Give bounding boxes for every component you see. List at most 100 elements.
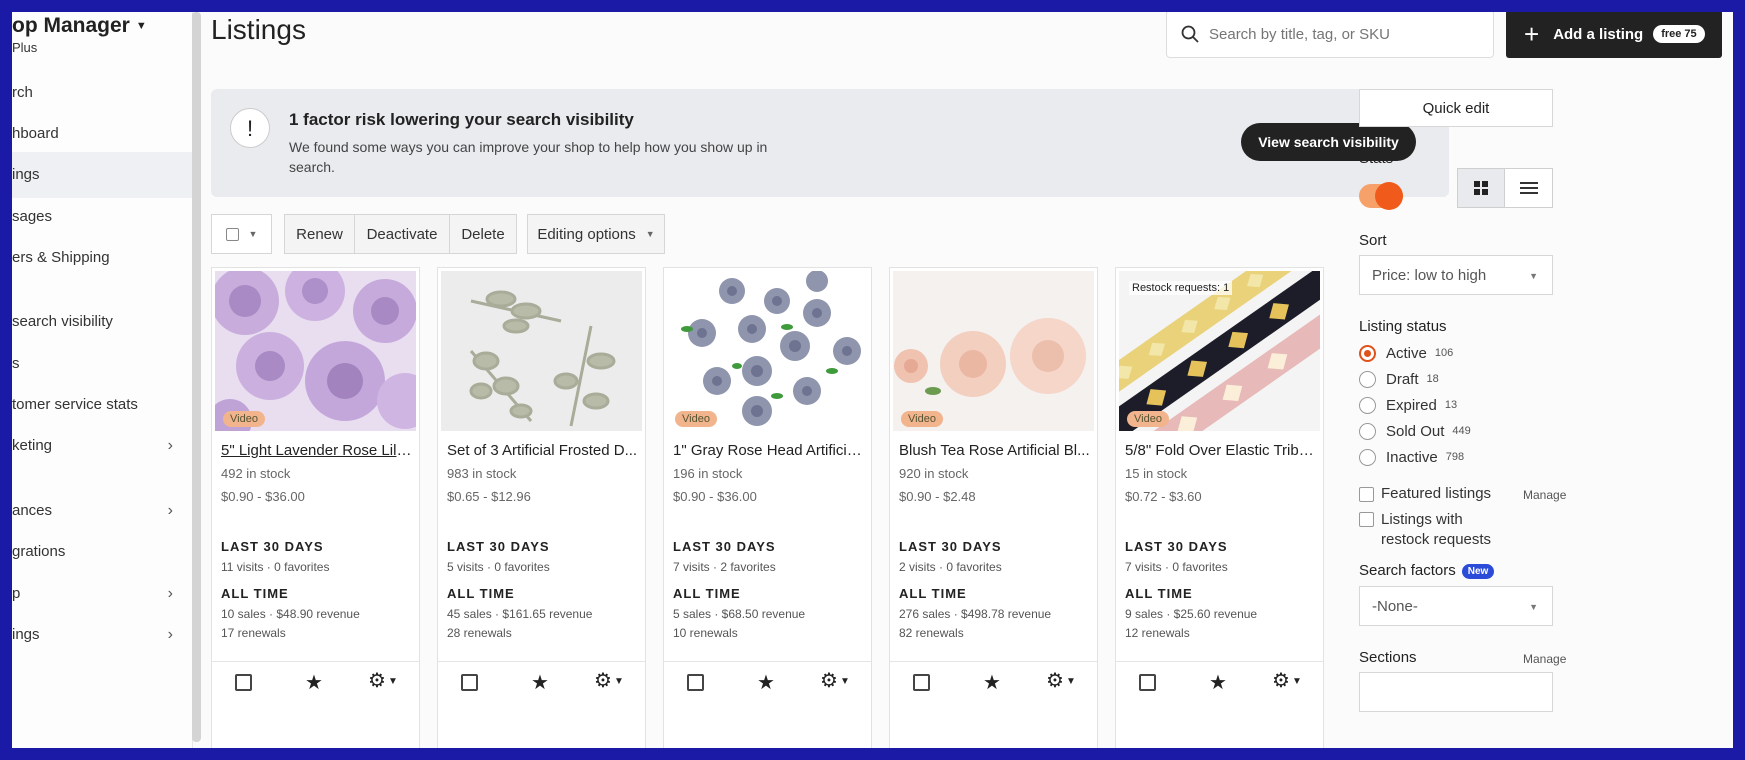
radio-button[interactable] (1359, 448, 1376, 466)
sidebar-item-integrations[interactable]: grations (12, 529, 193, 575)
sidebar-scrollbar[interactable] (192, 12, 201, 742)
select-listing-checkbox[interactable] (687, 674, 704, 691)
listing-image[interactable]: Restock requests: 1 Video (1119, 271, 1320, 431)
quick-edit-button[interactable]: Quick edit (1359, 89, 1553, 127)
listing-image[interactable]: Video (893, 271, 1094, 431)
checkbox[interactable] (1359, 512, 1374, 527)
list-icon (1519, 182, 1538, 194)
search-factors-select[interactable]: -None- ▼ (1359, 586, 1553, 626)
star-icon[interactable]: ★ (1209, 670, 1227, 695)
listing-card[interactable]: Video 1" Gray Rose Head Artificial... 19… (663, 267, 872, 748)
listing-card[interactable]: Video 5" Light Lavender Rose Lila... 492… (211, 267, 420, 748)
radio-button[interactable] (1359, 344, 1376, 362)
listing-title[interactable]: 5" Light Lavender Rose Lila... (221, 442, 413, 459)
radio-button[interactable] (1359, 422, 1376, 440)
shop-manager-title-text: op Manager (12, 14, 130, 37)
listing-price: $0.65 - $12.96 (447, 489, 531, 504)
status-draft[interactable]: Draft 18 (1359, 368, 1439, 390)
renew-button[interactable]: Renew (284, 214, 355, 254)
sidebar-item-label: ances (12, 502, 53, 519)
gear-icon[interactable]: ⚙ ▼ (1046, 668, 1076, 693)
status-active[interactable]: Active 106 (1359, 342, 1453, 364)
listing-card[interactable]: Restock requests: 1 Video 5/8" Fold Over… (1115, 267, 1324, 748)
sidebar-item-search-visibility[interactable]: search visibility (12, 299, 193, 345)
sidebar-item-help[interactable]: p › (12, 571, 193, 617)
select-listing-checkbox[interactable] (1139, 674, 1156, 691)
grid-icon (1474, 181, 1488, 195)
recent-stats: 7 visits · 2 favorites (673, 560, 776, 574)
new-badge: New (1461, 563, 1495, 579)
sections-select[interactable] (1359, 672, 1553, 712)
restock-line-2: restock requests (1381, 531, 1492, 548)
radio-button[interactable] (1359, 370, 1376, 388)
add-listing-button[interactable]: + Add a listing free 75 (1506, 12, 1722, 58)
listing-title[interactable]: Set of 3 Artificial Frosted D... (447, 442, 639, 459)
page-title: Listings (211, 14, 306, 45)
status-label: Draft (1386, 370, 1419, 388)
sidebar-item-search[interactable]: rch (12, 70, 193, 116)
sidebar-item-customer-service-stats[interactable]: tomer service stats (12, 382, 193, 428)
video-badge: Video (1127, 411, 1169, 427)
listing-card[interactable]: Set of 3 Artificial Frosted D... 983 in … (437, 267, 646, 748)
listing-title[interactable]: 5/8" Fold Over Elastic Triba... (1125, 442, 1317, 459)
shop-manager-title[interactable]: op Manager ▼ (12, 14, 147, 38)
video-badge: Video (901, 411, 943, 427)
sidebar-item-listings[interactable]: ings (12, 152, 193, 198)
restock-requests-filter[interactable]: Listings with restock requests (1359, 510, 1491, 550)
radio-button[interactable] (1359, 396, 1376, 414)
star-icon[interactable]: ★ (983, 670, 1001, 695)
all-time-stats: 276 sales · $498.78 revenue (899, 607, 1052, 621)
gear-icon[interactable]: ⚙ ▼ (1272, 668, 1302, 693)
listing-title[interactable]: Blush Tea Rose Artificial Bl... (899, 442, 1091, 459)
editing-options-dropdown[interactable]: Editing options ▼ (527, 214, 665, 254)
listing-price: $0.90 - $2.48 (899, 489, 976, 504)
select-listing-checkbox[interactable] (461, 674, 478, 691)
select-all-dropdown[interactable]: ▼ (211, 214, 272, 254)
select-listing-checkbox[interactable] (913, 674, 930, 691)
sidebar-item-label: rch (12, 84, 33, 101)
featured-listings-filter[interactable]: Featured listings (1359, 485, 1491, 502)
sort-label: Sort (1359, 232, 1387, 249)
star-icon[interactable]: ★ (305, 670, 323, 695)
star-icon[interactable]: ★ (757, 670, 775, 695)
last-30-days-label: LAST 30 DAYS (447, 539, 550, 554)
add-listing-label: Add a listing (1553, 25, 1644, 43)
status-sold-out[interactable]: Sold Out 449 (1359, 420, 1471, 442)
stats-toggle[interactable] (1359, 182, 1403, 210)
select-all-checkbox[interactable] (225, 227, 239, 241)
sidebar-item-stats[interactable]: s (12, 341, 193, 387)
gear-icon[interactable]: ⚙ ▼ (594, 668, 624, 693)
listing-image[interactable]: Video (215, 271, 416, 431)
sidebar-item-messages[interactable]: sages (12, 194, 193, 240)
star-icon[interactable]: ★ (531, 670, 549, 695)
listing-card[interactable]: Video Blush Tea Rose Artificial Bl... 92… (889, 267, 1098, 748)
status-inactive[interactable]: Inactive 798 (1359, 446, 1464, 468)
deactivate-button[interactable]: Deactivate (354, 214, 450, 254)
search-input[interactable] (1209, 25, 1479, 43)
all-time-stats: 10 sales · $48.90 revenue (221, 607, 360, 621)
search-box[interactable] (1166, 12, 1494, 58)
sidebar-item-marketing[interactable]: keting › (12, 423, 193, 469)
sidebar-item-dashboard[interactable]: hboard (12, 111, 193, 157)
grid-view-button[interactable] (1458, 169, 1506, 207)
sort-select[interactable]: Price: low to high ▼ (1359, 255, 1553, 295)
sidebar-item-finances[interactable]: ances › (12, 488, 193, 534)
list-view-button[interactable] (1505, 169, 1552, 207)
manage-sections-link[interactable]: Manage (1523, 652, 1566, 666)
listing-title[interactable]: 1" Gray Rose Head Artificial... (673, 442, 865, 459)
gear-icon[interactable]: ⚙ ▼ (368, 668, 398, 693)
gear-icon[interactable]: ⚙ ▼ (820, 668, 850, 693)
select-listing-checkbox[interactable] (235, 674, 252, 691)
search-icon (1181, 25, 1199, 43)
delete-button[interactable]: Delete (449, 214, 517, 254)
renewals-count: 82 renewals (899, 626, 964, 640)
sidebar-item-orders-shipping[interactable]: ers & Shipping (12, 235, 193, 281)
listing-image[interactable] (441, 271, 642, 431)
manage-featured-link[interactable]: Manage (1523, 488, 1566, 502)
listing-image[interactable]: Video (667, 271, 868, 431)
renewals-count: 17 renewals (221, 626, 286, 640)
status-expired[interactable]: Expired 13 (1359, 394, 1457, 416)
featured-label: Featured listings (1381, 485, 1492, 502)
sidebar-item-settings[interactable]: ings › (12, 612, 193, 658)
checkbox[interactable] (1359, 487, 1374, 502)
